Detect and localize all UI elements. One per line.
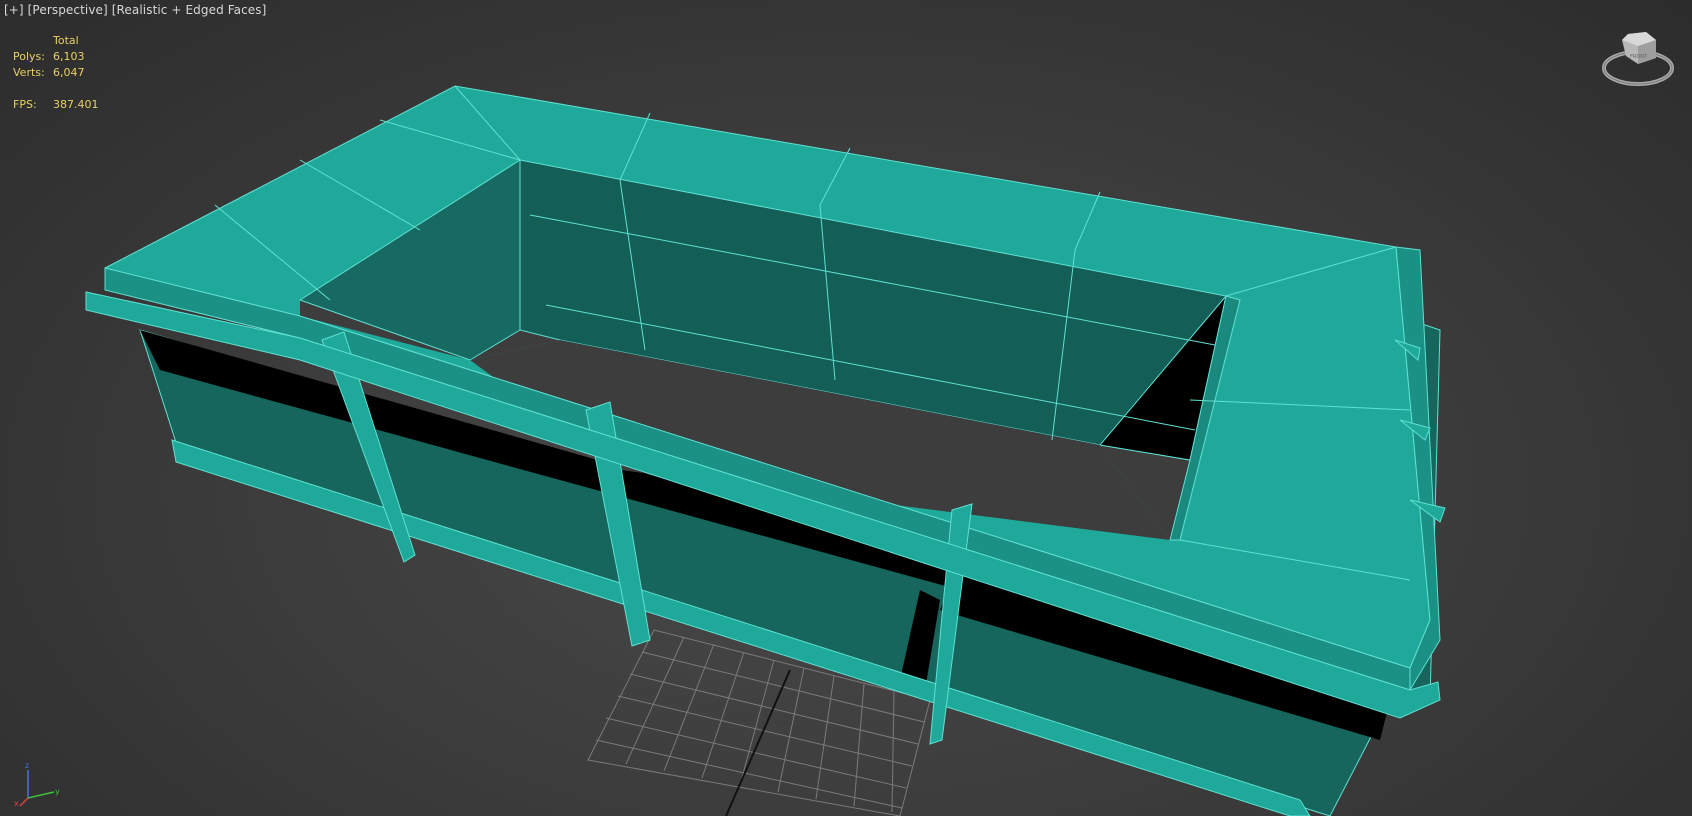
viewport-shading-button[interactable]: [Realistic + Edged Faces] <box>112 3 267 17</box>
stats-header: Total <box>53 34 79 47</box>
viewcube-icon[interactable]: FRONT <box>1600 28 1676 96</box>
axis-z-label: z <box>25 761 29 770</box>
stats-verts: Verts: 6,047 <box>13 65 99 81</box>
axis-x-label: x <box>14 799 19 808</box>
viewport-view-button[interactable]: [Perspective] <box>28 3 108 17</box>
viewport-menu-button[interactable]: [+] <box>4 3 24 17</box>
fps-value: 387.401 <box>53 98 99 111</box>
polys-label: Polys: <box>13 50 45 63</box>
verts-value: 6,047 <box>53 66 85 79</box>
verts-label: Verts: <box>13 66 45 79</box>
perspective-viewport[interactable]: [+] [Perspective] [Realistic + Edged Fac… <box>0 0 1692 816</box>
polys-value: 6,103 <box>53 50 85 63</box>
stats-fps: FPS: 387.401 <box>13 97 99 113</box>
viewport-label: [+] [Perspective] [Realistic + Edged Fac… <box>4 3 266 17</box>
viewport-scene[interactable] <box>0 0 1692 816</box>
stats-polys: Polys: 6,103 <box>13 49 99 65</box>
statistics-overlay: Total Polys: 6,103 Verts: 6,047 FPS: 387… <box>13 33 99 113</box>
viewcube-face-label: FRONT <box>1630 54 1648 60</box>
axis-tripod-icon: z y x <box>14 761 60 808</box>
fps-label: FPS: <box>13 98 37 111</box>
axis-y-label: y <box>55 787 60 796</box>
